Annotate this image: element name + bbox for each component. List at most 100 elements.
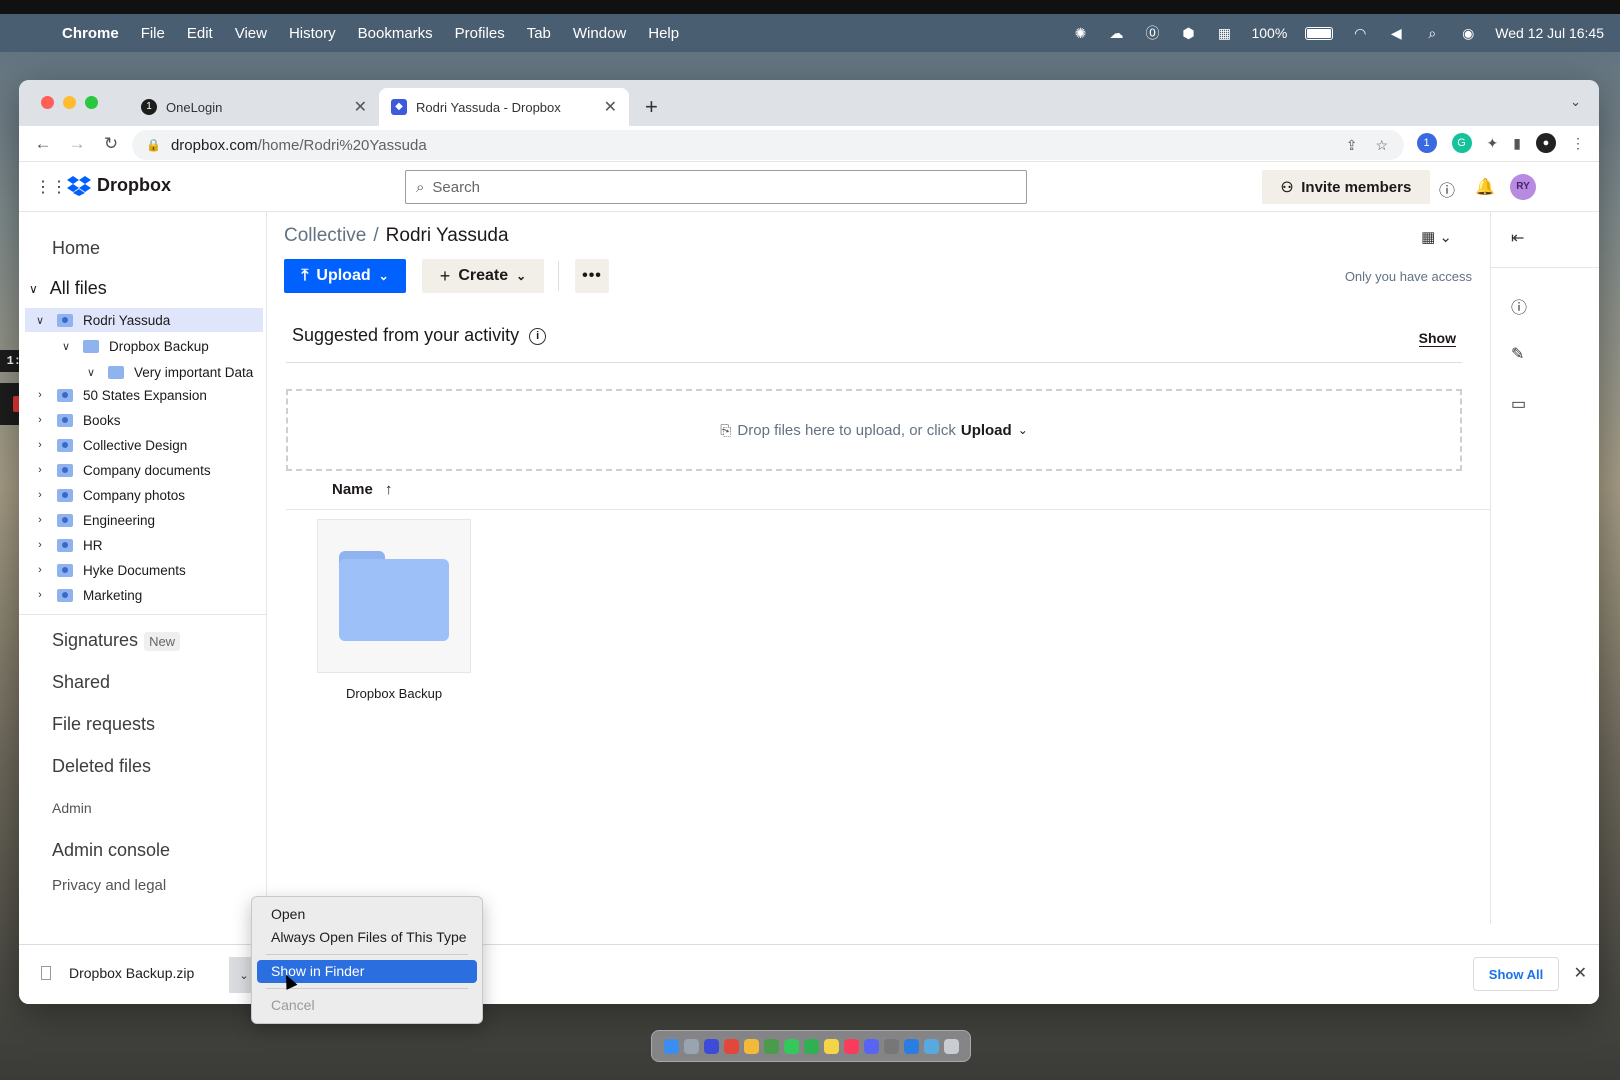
dropzone-upload-link[interactable]: Upload [961,422,1012,439]
address-bar[interactable]: 🔒 dropbox.com/home/Rodri%20Yassuda ⇪ ☆ [132,130,1404,160]
app-dock-icon[interactable] [903,1038,919,1054]
pin-icon[interactable]: ✎ [1511,344,1524,364]
nav-all-files[interactable]: ∨ All files [29,278,107,299]
new-tab-icon[interactable]: + [645,94,658,120]
tree-item-collective-design[interactable]: › Collective Design [25,433,263,457]
spotlight-search-icon[interactable]: ⌕ [1423,25,1441,41]
chevron-down-icon[interactable]: ∨ [57,340,75,353]
menu-view[interactable]: View [235,25,267,42]
facetime-dock-icon[interactable] [803,1038,819,1054]
nav-home[interactable]: Home [52,238,100,259]
battery-icon[interactable] [1305,26,1334,40]
wifi-icon[interactable]: ◠ [1351,25,1369,41]
chevron-down-icon[interactable]: ∨ [29,282,38,296]
slack-dock-icon[interactable] [763,1038,779,1054]
minimize-window-button[interactable] [63,96,76,109]
settings-dock-icon[interactable] [883,1038,899,1054]
app-dock-icon[interactable] [723,1038,739,1054]
menu-bookmarks[interactable]: Bookmarks [358,25,433,42]
dropbox-logo[interactable]: Dropbox [67,175,171,196]
chevron-right-icon[interactable]: › [31,464,49,476]
show-suggested-link[interactable]: Show [1418,330,1456,347]
tree-item-engineering[interactable]: › Engineering [25,508,263,532]
folder-tile[interactable] [317,519,471,673]
downloads-dock-icon[interactable] [923,1038,939,1054]
chrome-menu-icon[interactable]: ⋮ [1571,135,1585,152]
search-input[interactable] [432,178,933,196]
download-item[interactable]: Dropbox Backup.zip [41,965,194,981]
grammarly-extension-icon[interactable]: G [1451,133,1472,153]
trash-dock-icon[interactable] [943,1038,959,1054]
menu-item-open[interactable]: Open [257,903,477,926]
password-manager-icon[interactable]: ⓪ [1143,25,1161,41]
close-tab-icon[interactable]: ✕ [604,97,617,117]
onepassword-extension-icon[interactable]: 1 [1416,133,1437,153]
more-actions-button[interactable]: ••• [575,259,609,293]
close-tab-icon[interactable]: ✕ [354,97,367,117]
tree-item-rodri-yassuda[interactable]: ∨ Rodri Yassuda [25,308,263,332]
chevron-right-icon[interactable]: › [31,489,49,501]
chevron-right-icon[interactable]: › [31,414,49,426]
nav-file-requests[interactable]: File requests [52,714,155,735]
volume-icon[interactable]: ◀ [1387,25,1405,41]
create-button[interactable]: + Create ⌄ [422,259,544,293]
menu-window[interactable]: Window [573,25,626,42]
tree-item-very-important-data[interactable]: ∨ Very important Data [25,360,263,384]
help-icon[interactable]: ⓘ [1439,177,1455,201]
bookmark-star-icon[interactable]: ☆ [1375,137,1388,154]
chevron-right-icon[interactable]: › [31,514,49,526]
search-bar[interactable]: ⌕ [405,170,1027,204]
tree-item-company-photos[interactable]: › Company photos [25,483,263,507]
menu-profiles[interactable]: Profiles [455,25,505,42]
discord-dock-icon[interactable] [863,1038,879,1054]
messages-dock-icon[interactable] [783,1038,799,1054]
chevron-right-icon[interactable]: › [31,439,49,451]
menu-tab[interactable]: Tab [527,25,551,42]
tree-item-books[interactable]: › Books [25,408,263,432]
menu-item-always-open[interactable]: Always Open Files of This Type [257,926,477,949]
chrome-dock-icon[interactable] [743,1038,759,1054]
tree-item-dropbox-backup[interactable]: ∨ Dropbox Backup [25,334,263,358]
menu-edit[interactable]: Edit [187,25,213,42]
launchpad-dock-icon[interactable] [683,1038,699,1054]
tree-item-hr[interactable]: › HR [25,533,263,557]
info-icon[interactable]: i [529,327,547,345]
profile-avatar[interactable]: ● [1536,133,1556,153]
finder-dock-icon[interactable] [663,1038,679,1054]
extensions-puzzle-icon[interactable]: ✦ [1487,135,1499,152]
reload-icon[interactable]: ↻ [101,134,121,154]
info-icon[interactable]: ⓘ [1511,294,1527,318]
show-all-downloads-button[interactable]: Show All [1473,957,1559,991]
folder-tile-label[interactable]: Dropbox Backup [317,686,471,701]
share-icon[interactable]: ⇪ [1346,137,1358,154]
brightness-icon[interactable]: ✺ [1071,25,1089,41]
menu-help[interactable]: Help [648,25,679,42]
layout-icon[interactable]: ▦ [1215,25,1233,41]
forward-icon[interactable]: → [67,134,87,154]
control-center-icon[interactable]: ◉ [1459,25,1477,41]
chevron-down-icon[interactable]: ∨ [31,314,49,327]
nav-signatures[interactable]: Signatures New [52,630,181,651]
menu-item-cancel[interactable]: Cancel [257,994,477,1017]
invite-members-button[interactable]: ⚇ Invite members [1262,170,1430,204]
nav-admin-console[interactable]: Admin console [52,840,170,861]
tree-item-hyke-documents[interactable]: › Hyke Documents [25,558,263,582]
notification-bell-icon[interactable]: 🔔 [1475,177,1495,197]
lock-icon[interactable]: 🔒 [146,138,161,152]
tab-search-chevron-icon[interactable]: ⌄ [1570,94,1581,110]
tree-item-marketing[interactable]: › Marketing [25,583,263,607]
nav-privacy-legal[interactable]: Privacy and legal [52,877,166,894]
tree-item-50-states-expansion[interactable]: › 50 States Expansion [25,383,263,407]
back-icon[interactable]: ← [33,134,53,154]
nav-deleted-files[interactable]: Deleted files [52,756,151,777]
account-avatar[interactable]: RY [1510,174,1536,200]
tree-item-company-documents[interactable]: › Company documents [25,458,263,482]
music-dock-icon[interactable] [843,1038,859,1054]
close-window-button[interactable] [41,96,54,109]
folder-settings-icon[interactable]: ▭ [1511,394,1526,414]
chevron-right-icon[interactable]: › [31,564,49,576]
chevron-down-icon[interactable]: ⌄ [1018,423,1028,437]
nav-shared[interactable]: Shared [52,672,110,693]
chevron-right-icon[interactable]: › [31,589,49,601]
shield-icon[interactable]: ⬢ [1179,25,1197,41]
